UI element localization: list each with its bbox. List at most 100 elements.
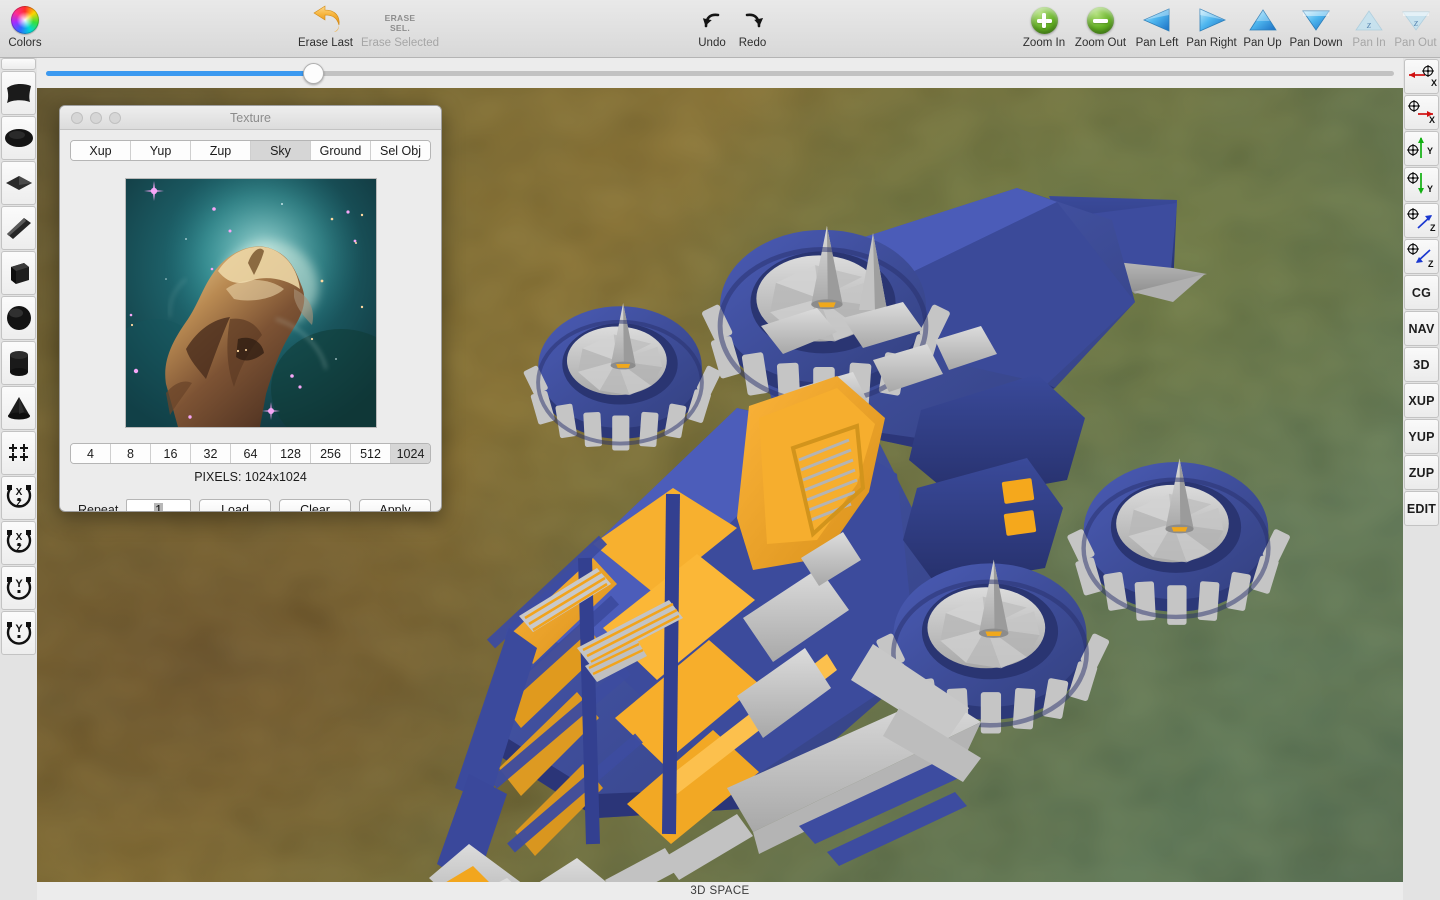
toolbar-label-pan-down: Pan Down: [1289, 37, 1343, 49]
move-plus-y[interactable]: Y: [1404, 131, 1439, 166]
size-128[interactable]: 128: [271, 444, 311, 463]
repeat-input[interactable]: 1: [126, 499, 191, 511]
arrow-minus-z-icon: Z: [1406, 242, 1437, 272]
nav-button[interactable]: NAV: [1404, 311, 1439, 346]
size-8[interactable]: 8: [111, 444, 151, 463]
toolbar-button-pan-in[interactable]: z Pan In: [1347, 4, 1391, 54]
toolbar-label-pan-in: Pan In: [1352, 37, 1386, 49]
tool-cube[interactable]: [1, 251, 36, 295]
arrow-minus-x-icon: X: [1406, 62, 1437, 92]
edit-button[interactable]: EDIT: [1404, 491, 1439, 526]
cone-shape-icon: [5, 395, 33, 421]
tab-sky[interactable]: Sky: [251, 141, 311, 160]
yup-button[interactable]: YUP: [1404, 419, 1439, 454]
svg-text:X: X: [1429, 115, 1435, 125]
tool-cone[interactable]: [1, 386, 36, 430]
tool-rotate-y-ccw[interactable]: Y: [1, 566, 36, 610]
erase-sel-line1: ERASE: [384, 12, 416, 23]
toolbar-label-redo: Redo: [738, 37, 767, 49]
triangle-up-icon: [1248, 4, 1278, 36]
toolbar-label-pan-right: Pan Right: [1186, 37, 1237, 49]
plane-shape-icon: [4, 80, 34, 106]
size-32[interactable]: 32: [191, 444, 231, 463]
move-minus-y[interactable]: Y: [1404, 167, 1439, 202]
zoom-slider-track[interactable]: [46, 62, 1394, 84]
tab-xup[interactable]: Xup: [71, 141, 131, 160]
toolbar-label-erase-last: Erase Last: [298, 37, 353, 49]
texture-window-titlebar[interactable]: Texture: [60, 106, 441, 130]
svg-text:X: X: [15, 532, 22, 543]
texture-window[interactable]: Texture Xup Yup Zup Sky Ground Sel Obj 4…: [59, 105, 442, 512]
tab-sel-obj[interactable]: Sel Obj: [371, 141, 430, 160]
zup-button[interactable]: ZUP: [1404, 455, 1439, 490]
arrow-minus-y-icon: Y: [1406, 170, 1437, 200]
tab-zup[interactable]: Zup: [191, 141, 251, 160]
toolbar-button-pan-right[interactable]: Pan Right: [1183, 4, 1240, 54]
tool-wedge[interactable]: [1, 206, 36, 250]
toolbar-label-zoom-out: Zoom Out: [1074, 37, 1127, 49]
triangle-right-icon: [1197, 4, 1227, 36]
undo-arrow-icon: [309, 4, 343, 36]
cg-button[interactable]: CG: [1404, 275, 1439, 310]
texture-action-row: Repeat 1 Load Clear Apply: [70, 499, 431, 512]
apply-button[interactable]: Apply: [359, 499, 431, 511]
move-plus-z[interactable]: Z: [1404, 203, 1439, 238]
toolbar-button-zoom-out[interactable]: Zoom Out: [1071, 4, 1130, 54]
toolbar-button-colors[interactable]: Colors: [4, 4, 46, 54]
rotate-y-cw-icon: Y: [4, 618, 34, 648]
xup-button[interactable]: XUP: [1404, 383, 1439, 418]
tool-rotate-xz-ccw[interactable]: X Z: [1, 476, 36, 520]
toolbar-button-zoom-in[interactable]: Zoom In: [1017, 4, 1071, 54]
status-bar-text: 3D SPACE: [690, 885, 750, 897]
load-button[interactable]: Load: [199, 499, 271, 511]
tab-ground[interactable]: Ground: [311, 141, 371, 160]
toolbar-button-erase-selected[interactable]: ERASE SEL. Erase Selected: [357, 4, 443, 54]
size-1024[interactable]: 1024: [391, 444, 430, 463]
svg-text:X: X: [1431, 78, 1437, 88]
erase-sel-line2: SEL.: [389, 22, 411, 33]
tab-yup[interactable]: Yup: [131, 141, 191, 160]
tool-cylinder[interactable]: [1, 341, 36, 385]
toolbar-button-pan-out[interactable]: z Pan Out: [1391, 4, 1440, 54]
toolbar-button-redo[interactable]: Redo: [731, 4, 774, 54]
repeat-label: Repeat: [78, 502, 119, 512]
texture-window-title: Texture: [230, 110, 271, 125]
tool-subdivide[interactable]: [1, 431, 36, 475]
move-minus-z[interactable]: Z: [1404, 239, 1439, 274]
repeat-input-value: 1: [154, 502, 164, 511]
top-toolbar: Colors Erase Last ERASE SEL. Erase Selec…: [0, 0, 1440, 58]
tool-blank[interactable]: [1, 58, 36, 70]
svg-text:Y: Y: [1427, 146, 1433, 156]
texture-size-tabs: 4 8 16 32 64 128 256 512 1024: [70, 443, 431, 464]
svg-text:Z: Z: [1430, 223, 1436, 233]
size-4[interactable]: 4: [71, 444, 111, 463]
size-256[interactable]: 256: [311, 444, 351, 463]
zoom-slider-knob[interactable]: [302, 62, 324, 84]
size-512[interactable]: 512: [351, 444, 391, 463]
minus-circle-icon: [1087, 4, 1114, 36]
toolbar-button-pan-down[interactable]: Pan Down: [1285, 4, 1347, 54]
tool-sphere[interactable]: [1, 296, 36, 340]
toolbar-button-undo[interactable]: Undo: [690, 4, 734, 54]
toolbar-button-pan-left[interactable]: Pan Left: [1131, 4, 1183, 54]
size-16[interactable]: 16: [151, 444, 191, 463]
tool-plane[interactable]: [1, 71, 36, 115]
tool-diamond[interactable]: [1, 161, 36, 205]
texture-preview[interactable]: [124, 178, 377, 428]
pixels-label: PIXELS: 1024x1024: [194, 470, 307, 484]
threed-button[interactable]: 3D: [1404, 347, 1439, 382]
sphere-shape-icon: [5, 304, 33, 332]
toolbar-label-zoom-in: Zoom In: [1022, 37, 1066, 49]
clear-button[interactable]: Clear: [279, 499, 351, 511]
svg-text:Y: Y: [15, 578, 23, 590]
move-plus-x[interactable]: X: [1404, 95, 1439, 130]
toolbar-button-pan-up[interactable]: Pan Up: [1240, 4, 1285, 54]
tool-rotate-y-cw[interactable]: Y: [1, 611, 36, 655]
tool-rotate-xz-cw[interactable]: X Z: [1, 521, 36, 565]
toolbar-button-erase-last[interactable]: Erase Last: [294, 4, 357, 54]
move-minus-x[interactable]: X: [1404, 59, 1439, 94]
svg-text:Y: Y: [15, 623, 23, 635]
texture-target-tabs: Xup Yup Zup Sky Ground Sel Obj: [70, 140, 431, 161]
tool-disc[interactable]: [1, 116, 36, 160]
size-64[interactable]: 64: [231, 444, 271, 463]
